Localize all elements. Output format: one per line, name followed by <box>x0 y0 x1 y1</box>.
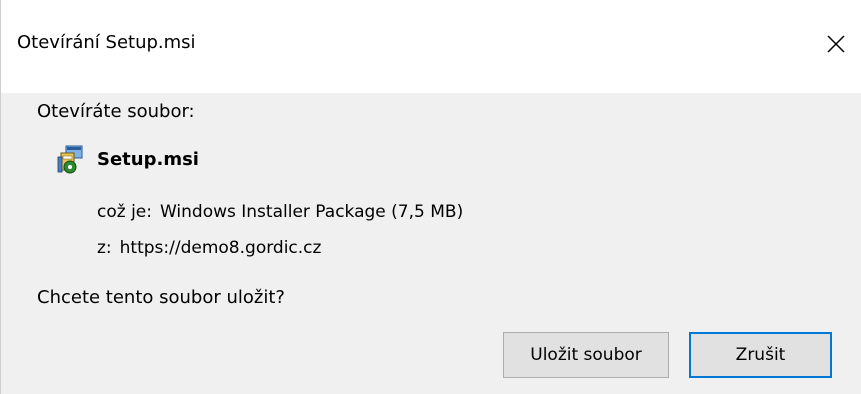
window-title: Otevírání Setup.msi <box>17 32 196 53</box>
title-bar[interactable]: Otevírání Setup.msi <box>1 0 861 93</box>
save-file-button[interactable]: Uložit soubor <box>503 332 669 378</box>
close-icon <box>827 35 845 53</box>
file-source-row: z: https://demo8.gordic.cz <box>97 236 321 260</box>
open-file-prompt: Otevíráte soubor: <box>37 101 195 122</box>
file-source-value: https://demo8.gordic.cz <box>119 238 322 258</box>
close-button[interactable] <box>819 27 853 61</box>
file-name: Setup.msi <box>97 149 199 170</box>
file-type-label: což je: <box>97 202 152 222</box>
file-type-value: Windows Installer Package (7,5 MB) <box>159 202 464 222</box>
msi-package-icon <box>53 143 87 177</box>
save-file-dialog: Otevírání Setup.msi Otevíráte soubor: Se… <box>0 0 861 394</box>
save-question: Chcete tento soubor uložit? <box>37 287 285 308</box>
cancel-button[interactable]: Zrušit <box>689 332 832 378</box>
file-source-label: z: <box>97 238 112 258</box>
file-type-row: což je: Windows Installer Package (7,5 MB… <box>97 200 463 224</box>
